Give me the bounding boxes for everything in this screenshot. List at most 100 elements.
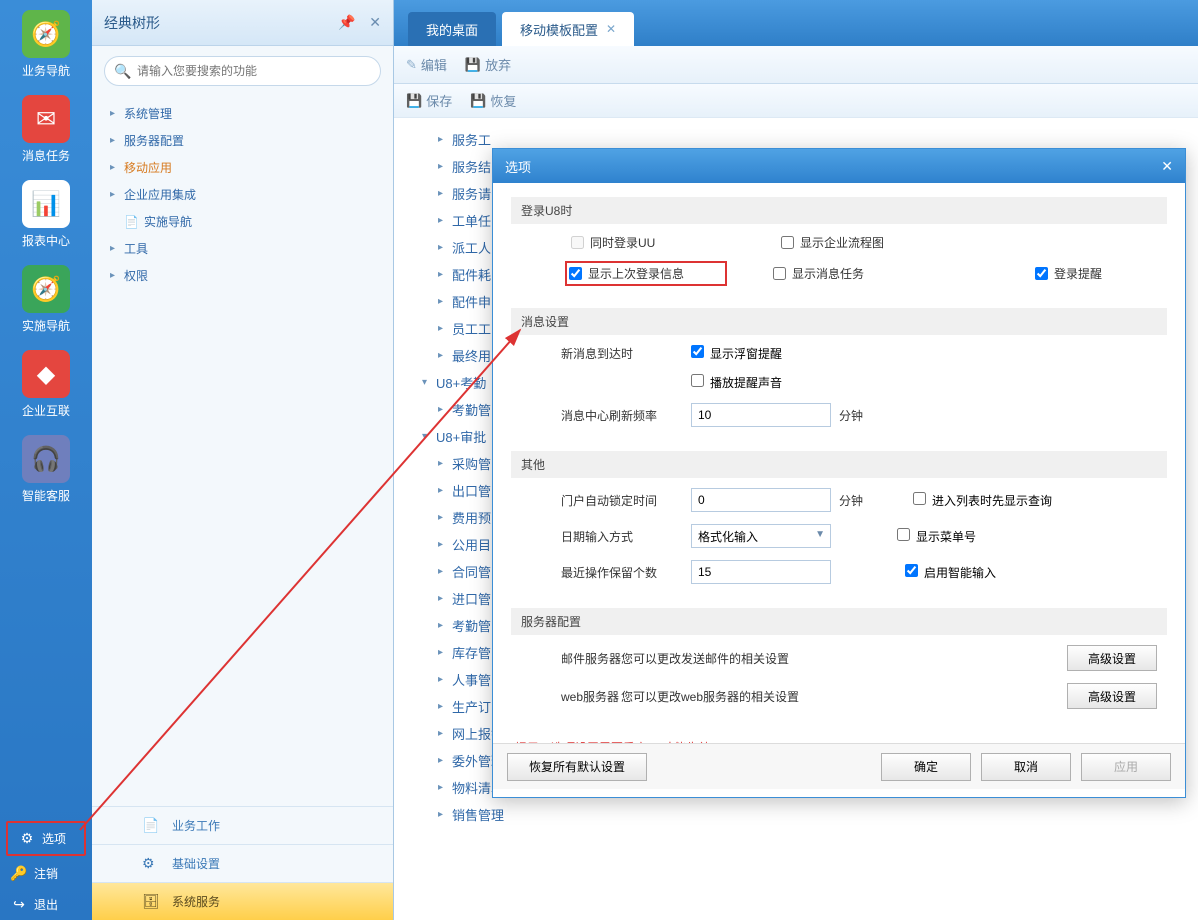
input-refresh-freq[interactable]	[691, 403, 831, 427]
rail-icon: 🧭	[22, 265, 70, 313]
cb-sound-remind[interactable]: 播放提醒声音	[691, 374, 782, 391]
btn-apply[interactable]: 应用	[1081, 753, 1171, 781]
dialog-titlebar[interactable]: 选项 ✕	[493, 149, 1185, 183]
desc-web-server: 您可以更改web服务器的相关设置	[621, 688, 1067, 705]
cb-last-login[interactable]: 显示上次登录信息	[569, 265, 719, 282]
rail-label: 报表中心	[0, 232, 92, 249]
tree-node-label: 权限	[124, 267, 148, 284]
content-node-label: 员工工	[452, 319, 491, 338]
rail-label: 业务导航	[0, 62, 92, 79]
rail-item-3[interactable]: 🧭 实施导航	[0, 255, 92, 340]
tree-node-4[interactable]: ▸📄实施导航	[110, 208, 393, 235]
cb-float-remind[interactable]: 显示浮窗提醒	[691, 345, 782, 362]
rail-bottom-icon: ⚙	[18, 830, 36, 847]
rail-icon: 🧭	[22, 10, 70, 58]
caret-icon: ▸	[438, 782, 452, 793]
tree-node-2[interactable]: ▸移动应用	[110, 154, 393, 181]
label-refresh-freq: 消息中心刷新频率	[521, 407, 691, 424]
tree-node-label: 服务器配置	[124, 132, 184, 149]
search-input[interactable]	[104, 56, 381, 86]
toolbar-icon: 💾	[470, 93, 486, 109]
content-node-label: 工单任	[452, 211, 491, 230]
caret-icon: ▸	[438, 539, 452, 550]
cb-login-uu[interactable]: 同时登录UU	[571, 234, 741, 251]
dialog-title: 选项	[505, 157, 1161, 176]
content-node-label: 人事管	[452, 670, 491, 689]
input-recent-count[interactable]	[691, 560, 831, 584]
cb-msg-task[interactable]: 显示消息任务	[773, 265, 923, 282]
content-node-25[interactable]: ▸销售管理	[412, 801, 1198, 828]
cb-smart-input[interactable]: 启用智能输入	[905, 564, 996, 581]
bottom-tab-0[interactable]: 📄业务工作	[92, 806, 393, 844]
bottom-tab-label: 系统服务	[172, 893, 220, 910]
cb-list-query[interactable]: 进入列表时先显示查询	[913, 492, 1052, 509]
close-icon[interactable]: ✕	[369, 14, 381, 30]
content-node-label: 生产订	[452, 697, 491, 716]
rail-item-0[interactable]: 🧭 业务导航	[0, 0, 92, 85]
tree-node-5[interactable]: ▸工具	[110, 235, 393, 262]
tree-node-3[interactable]: ▸企业应用集成	[110, 181, 393, 208]
btn-restore-defaults[interactable]: 恢复所有默认设置	[507, 753, 647, 781]
content-node-label: 合同管	[452, 562, 491, 581]
toolbar-btn-保存[interactable]: 💾保存	[406, 91, 452, 110]
caret-icon: ▸	[438, 512, 452, 523]
cb-show-menu-no[interactable]: 显示菜单号	[897, 528, 976, 545]
toolbar-secondary: 💾保存 💾恢复	[394, 84, 1198, 118]
toolbar-btn-放弃[interactable]: 💾放弃	[465, 55, 511, 74]
toolbar-btn-恢复[interactable]: 💾恢复	[470, 91, 516, 110]
toolbar-btn-编辑[interactable]: ✎编辑	[406, 55, 447, 74]
search-icon: 🔍	[114, 63, 131, 80]
desc-mail-server: 您可以更改发送邮件的相关设置	[621, 650, 1067, 667]
rail-item-1[interactable]: ✉消息任务	[0, 85, 92, 170]
main-tab-1[interactable]: 移动模板配置 ✕	[502, 12, 634, 46]
hint-restart: 提示：选项设置需要重启U8才能生效	[511, 733, 1167, 743]
rail-bottom-注销[interactable]: 🔑注销	[0, 858, 92, 889]
left-nav-rail: 🧭 业务导航 ✉消息任务📊报表中心 🧭 实施导航 ◆企业互联🎧智能客服 ⚙选项🔑注销↪退出	[0, 0, 92, 920]
tab-label: 移动模板配置	[520, 20, 598, 39]
caret-icon: ▸	[438, 134, 452, 145]
content-node-label: 派工人	[452, 238, 491, 257]
caret-icon: ▾	[422, 431, 436, 442]
tree-panel: 经典树形 📌 ✕ 🔍 ▸系统管理▸服务器配置▸移动应用▸企业应用集成▸📄实施导航…	[92, 0, 394, 920]
rail-item-4[interactable]: ◆企业互联	[0, 340, 92, 425]
rail-bottom-选项[interactable]: ⚙选项	[6, 821, 86, 856]
btn-mail-advanced[interactable]: 高级设置	[1067, 645, 1157, 671]
bottom-tab-1[interactable]: ⚙基础设置	[92, 844, 393, 882]
tab-close-icon[interactable]: ✕	[606, 22, 616, 36]
caret-icon: ▸	[110, 162, 124, 173]
tree-node-1[interactable]: ▸服务器配置	[110, 127, 393, 154]
toolbar-icon: ✎	[406, 57, 417, 73]
tree-node-6[interactable]: ▸权限	[110, 262, 393, 289]
caret-icon: ▸	[110, 189, 124, 200]
pin-icon[interactable]: 📌	[338, 14, 355, 30]
btn-ok[interactable]: 确定	[881, 753, 971, 781]
cb-show-process[interactable]: 显示企业流程图	[781, 234, 931, 251]
bottom-tab-2[interactable]: 🗄 系统服务	[92, 882, 393, 920]
btn-web-advanced[interactable]: 高级设置	[1067, 683, 1157, 709]
select-date-input[interactable]	[691, 524, 831, 548]
toolbar-label: 恢复	[490, 91, 516, 110]
caret-icon: ▸	[438, 485, 452, 496]
rail-bottom-退出[interactable]: ↪退出	[0, 889, 92, 920]
cb-login-remind[interactable]: 登录提醒	[1035, 265, 1185, 282]
dialog-close-icon[interactable]: ✕	[1161, 158, 1173, 175]
main-tab-0[interactable]: 我的桌面	[408, 12, 496, 46]
caret-icon: ▸	[438, 755, 452, 766]
rail-label: 实施导航	[0, 317, 92, 334]
input-autolock[interactable]	[691, 488, 831, 512]
caret-icon: ▸	[438, 242, 452, 253]
btn-cancel[interactable]: 取消	[981, 753, 1071, 781]
label-web-server: web服务器	[521, 688, 621, 705]
toolbar-icon: 💾	[465, 57, 481, 73]
highlight-last-login: 显示上次登录信息	[565, 261, 727, 286]
caret-icon: ▸	[438, 593, 452, 604]
bottom-tab-icon: 🗄	[142, 893, 162, 910]
rail-label: 消息任务	[0, 147, 92, 164]
rail-item-2[interactable]: 📊报表中心	[0, 170, 92, 255]
rail-bottom-icon: 🔑	[10, 865, 28, 882]
caret-icon: ▸	[438, 566, 452, 577]
tree-node-0[interactable]: ▸系统管理	[110, 100, 393, 127]
content-node-label: 服务工	[452, 130, 491, 149]
rail-item-5[interactable]: 🎧智能客服	[0, 425, 92, 510]
content-node-label: 服务请	[452, 184, 491, 203]
